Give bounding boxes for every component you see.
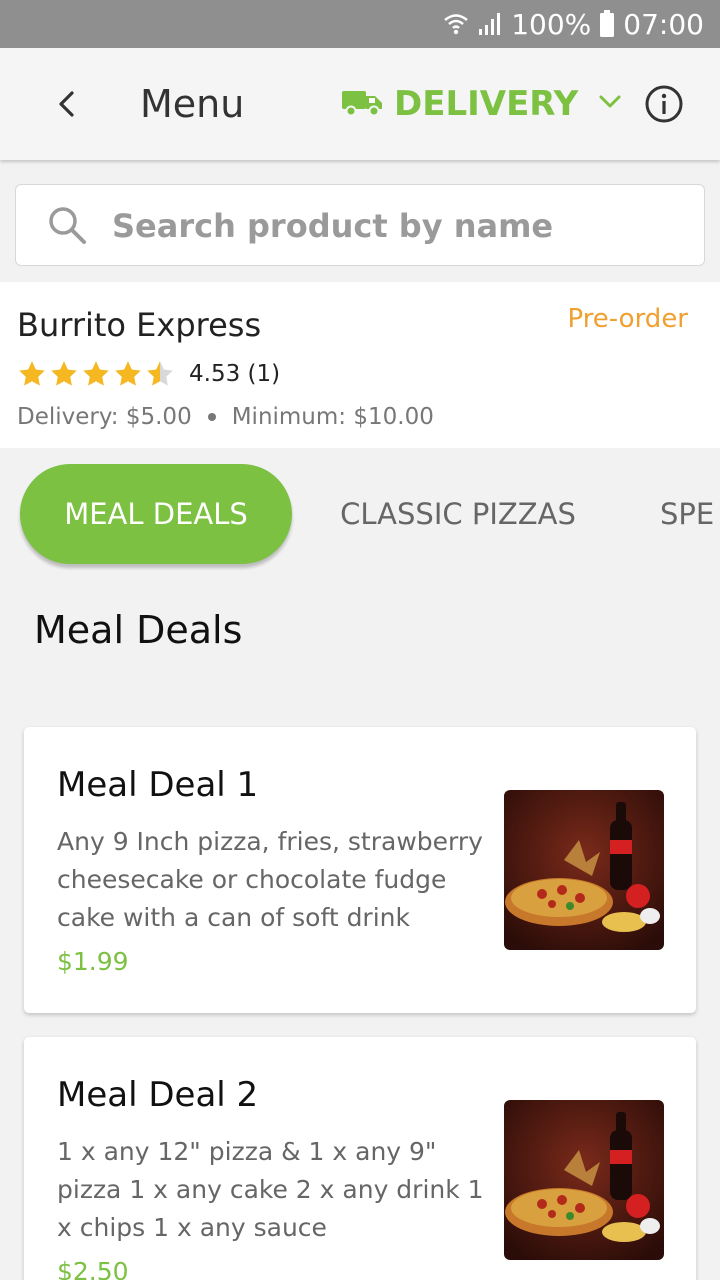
status-bar: 100% 07:00 xyxy=(0,0,720,48)
battery-icon xyxy=(599,10,615,38)
clock: 07:00 xyxy=(623,7,704,41)
product-price: $1.99 xyxy=(57,947,129,976)
delivery-mode-label: DELIVERY xyxy=(394,84,579,124)
delivery-mode-dropdown[interactable]: DELIVERY xyxy=(340,78,622,130)
truck-icon xyxy=(340,87,384,122)
chevron-down-icon xyxy=(598,94,622,115)
info-button[interactable] xyxy=(644,84,684,124)
product-image xyxy=(504,790,664,950)
restaurant-info: Burrito Express Pre-order 4.53 (1) Deliv… xyxy=(0,282,720,448)
rating-stars xyxy=(17,359,175,389)
restaurant-name: Burrito Express xyxy=(17,306,262,344)
product-card[interactable]: Meal Deal 2 1 x any 12" pizza & 1 x any … xyxy=(24,1037,696,1280)
product-description: 1 x any 12" pizza & 1 x any 9" pizza 1 x… xyxy=(57,1137,484,1242)
minimum-order: Minimum: $10.00 xyxy=(231,404,434,430)
search-input[interactable] xyxy=(112,201,672,251)
tab-specials[interactable]: SPE xyxy=(660,464,720,564)
top-app-bar: Menu DELIVERY xyxy=(0,48,720,160)
separator-dot xyxy=(207,413,216,421)
product-image xyxy=(504,1100,664,1260)
product-name: Meal Deal 2 xyxy=(57,1075,259,1115)
star-icon xyxy=(51,361,77,386)
category-tabs: MEAL DEALS CLASSIC PIZZAS SPE xyxy=(0,464,720,574)
product-card[interactable]: Meal Deal 1 Any 9 Inch pizza, fries, str… xyxy=(24,727,696,1013)
star-icon xyxy=(115,361,141,386)
rating-value: 4.53 (1) xyxy=(189,361,281,387)
signal-icon xyxy=(477,11,503,37)
tab-classic-pizzas[interactable]: CLASSIC PIZZAS xyxy=(320,464,596,564)
star-icon xyxy=(19,361,45,386)
star-icon xyxy=(83,361,109,386)
back-button[interactable] xyxy=(42,80,90,128)
search-icon xyxy=(49,207,86,244)
page-title: Menu xyxy=(140,82,245,126)
wifi-icon xyxy=(443,11,469,37)
product-name: Meal Deal 1 xyxy=(57,765,259,805)
battery-percent: 100% xyxy=(511,7,592,41)
tab-meal-deals[interactable]: MEAL DEALS xyxy=(20,464,292,564)
fee-row: Delivery: $5.00 Minimum: $10.00 xyxy=(17,404,434,430)
half-star-icon xyxy=(147,361,173,386)
rating-row: 4.53 (1) xyxy=(17,358,280,390)
status-indicators: 100% 07:00 xyxy=(443,7,704,41)
section-title: Meal Deals xyxy=(34,608,243,652)
product-price: $2.50 xyxy=(57,1257,129,1280)
search-box[interactable] xyxy=(15,184,705,266)
product-description: Any 9 Inch pizza, fries, strawberry chee… xyxy=(57,827,483,932)
back-arrow-icon xyxy=(59,91,74,117)
info-icon xyxy=(645,85,683,123)
order-type-badge: Pre-order xyxy=(567,304,688,334)
delivery-fee: Delivery: $5.00 xyxy=(17,404,192,430)
